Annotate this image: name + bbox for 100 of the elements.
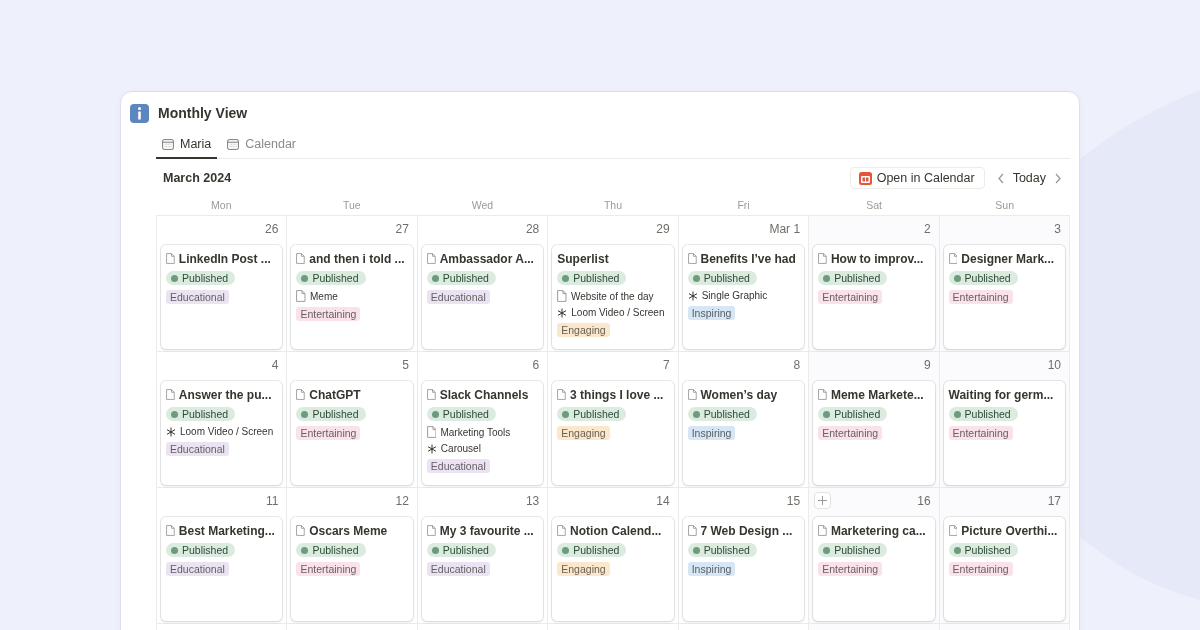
category-tag: Inspiring [687, 306, 736, 320]
status-pill: Published [557, 407, 627, 421]
status-pill: Published [948, 543, 1018, 557]
page-icon [296, 389, 306, 400]
card-title: 7 Web Design ... [700, 523, 793, 538]
date-number: 29 [656, 221, 671, 238]
post-card[interactable]: and then i told ... Published Meme Entertaining [291, 245, 413, 349]
view-tab[interactable]: Maria [156, 130, 218, 159]
card-title: Ambassador A... [439, 251, 534, 266]
asterisk-icon [687, 290, 698, 301]
date-number: 17 [1047, 493, 1062, 510]
card-title: Oscars Meme [309, 523, 388, 538]
post-card[interactable]: Answer the pu... Published Loom Video / Screen Educational [161, 381, 283, 485]
post-card[interactable]: Designer Mark... Published Entertaining [943, 245, 1065, 349]
page-icon [296, 290, 306, 302]
status-pill: Published [296, 271, 366, 285]
chevron-left-icon [996, 172, 1005, 184]
date-number: 12 [395, 493, 410, 510]
date-number: 6 [532, 357, 541, 374]
date-number: 8 [793, 357, 802, 374]
date-number: 15 [786, 493, 802, 510]
weekday-label: Mon [210, 199, 233, 211]
page-icon [166, 525, 175, 536]
status-pill: Published [166, 271, 236, 285]
status-pill: Published [687, 271, 757, 285]
status-pill: Published [557, 271, 627, 285]
date-number: 27 [395, 221, 410, 238]
post-card[interactable]: Waiting for germ... Published Entertaining [943, 381, 1065, 485]
post-card[interactable]: LinkedIn Post ... Published Educational [161, 245, 283, 349]
post-card[interactable]: My 3 favourite ... Published Educational [421, 517, 544, 621]
page-icon [687, 389, 697, 400]
asterisk-icon [166, 426, 176, 437]
open-calendar-button[interactable]: Open in Calendar [849, 167, 985, 189]
status-pill: Published [296, 407, 366, 421]
card-title: Women’s day [700, 387, 778, 402]
card-title: Meme Markete... [830, 387, 924, 402]
date-number: 11 [265, 493, 280, 510]
post-card[interactable]: ChatGPT Published Entertaining [291, 381, 413, 485]
card-title: ChatGPT [309, 387, 361, 402]
card-title: and then i told ... [309, 251, 405, 266]
property-text: Meme [310, 290, 338, 302]
page-icon [426, 525, 436, 536]
weekday-label: Fri [736, 199, 751, 211]
card-title: Answer the pu... [178, 387, 272, 402]
status-pill: Published [818, 543, 888, 557]
post-card[interactable]: How to improv... Published Entertaining [813, 245, 935, 349]
post-card[interactable]: Picture Overthi... Published Entertaining [943, 517, 1065, 621]
add-button[interactable] [814, 492, 832, 509]
card-title: Picture Overthi... [961, 523, 1058, 538]
view-tab[interactable]: Calendar [221, 130, 302, 159]
weekday-label: Tue [342, 199, 362, 211]
post-card[interactable]: 7 Web Design ... Published Inspiring [682, 517, 805, 621]
status-pill: Published [426, 407, 496, 421]
calendar-icon [858, 171, 872, 185]
date-number: 3 [1054, 221, 1062, 238]
card-title: Best Marketing... [178, 523, 275, 538]
post-card[interactable]: Meme Markete... Published Entertaining [813, 381, 935, 485]
status-pill: Published [166, 543, 236, 557]
post-card[interactable]: Best Marketing... Published Educational [161, 517, 283, 621]
weekday-label: Sun [994, 199, 1016, 211]
category-tag: Entertaining [296, 562, 361, 576]
category-tag: Educational [426, 459, 490, 473]
weekday-label: Sat [865, 199, 883, 211]
property-text: Marketing Tools [440, 426, 511, 438]
post-card[interactable]: Marketering ca... Published Entertaining [813, 517, 935, 621]
asterisk-icon [426, 443, 437, 454]
post-card[interactable]: Benefits I’ve had Published Single Graphic Inspiring [682, 245, 805, 349]
status-pill: Published [687, 543, 757, 557]
category-tag: Educational [426, 562, 490, 576]
status-pill: Published [818, 271, 888, 285]
post-card[interactable]: Ambassador A... Published Educational [421, 245, 544, 349]
page-icon [557, 389, 567, 400]
page-icon [426, 389, 436, 400]
card-title: LinkedIn Post ... [178, 251, 271, 266]
page-icon [948, 525, 958, 536]
today-button[interactable]: Today [1006, 169, 1052, 187]
post-card[interactable]: 3 things I love ... Published Engaging [552, 381, 674, 485]
post-card[interactable]: Oscars Meme Published Entertaining [291, 517, 413, 621]
card-title: My 3 favourite ... [439, 523, 534, 538]
page-icon [687, 253, 697, 264]
property-text: Loom Video / Screen [571, 307, 665, 318]
page-icon [818, 389, 827, 400]
property-text: Single Graphic [701, 290, 768, 301]
date-number: Mar 1 [769, 221, 802, 238]
card-title: Waiting for germ... [948, 387, 1054, 402]
category-tag: Entertaining [948, 562, 1013, 576]
date-number: 26 [265, 221, 280, 238]
page-icon [296, 525, 306, 536]
status-pill: Published [557, 543, 627, 557]
category-tag: Entertaining [818, 426, 883, 440]
date-number: 7 [663, 357, 671, 374]
page-icon [426, 426, 437, 438]
chevron-right-icon [1054, 172, 1062, 184]
post-card[interactable]: Women’s day Published Inspiring [682, 381, 805, 485]
post-card[interactable]: Notion Calend... Published Engaging [552, 517, 674, 621]
post-card[interactable]: Slack Channels Published Marketing Tools Carousel Educational [421, 381, 544, 485]
post-card[interactable]: Superlist Published Website of the day Loom Video / Screen Engaging [552, 245, 674, 349]
plus-icon [818, 496, 828, 505]
date-number: 2 [923, 221, 932, 238]
status-pill: Published [687, 407, 757, 421]
